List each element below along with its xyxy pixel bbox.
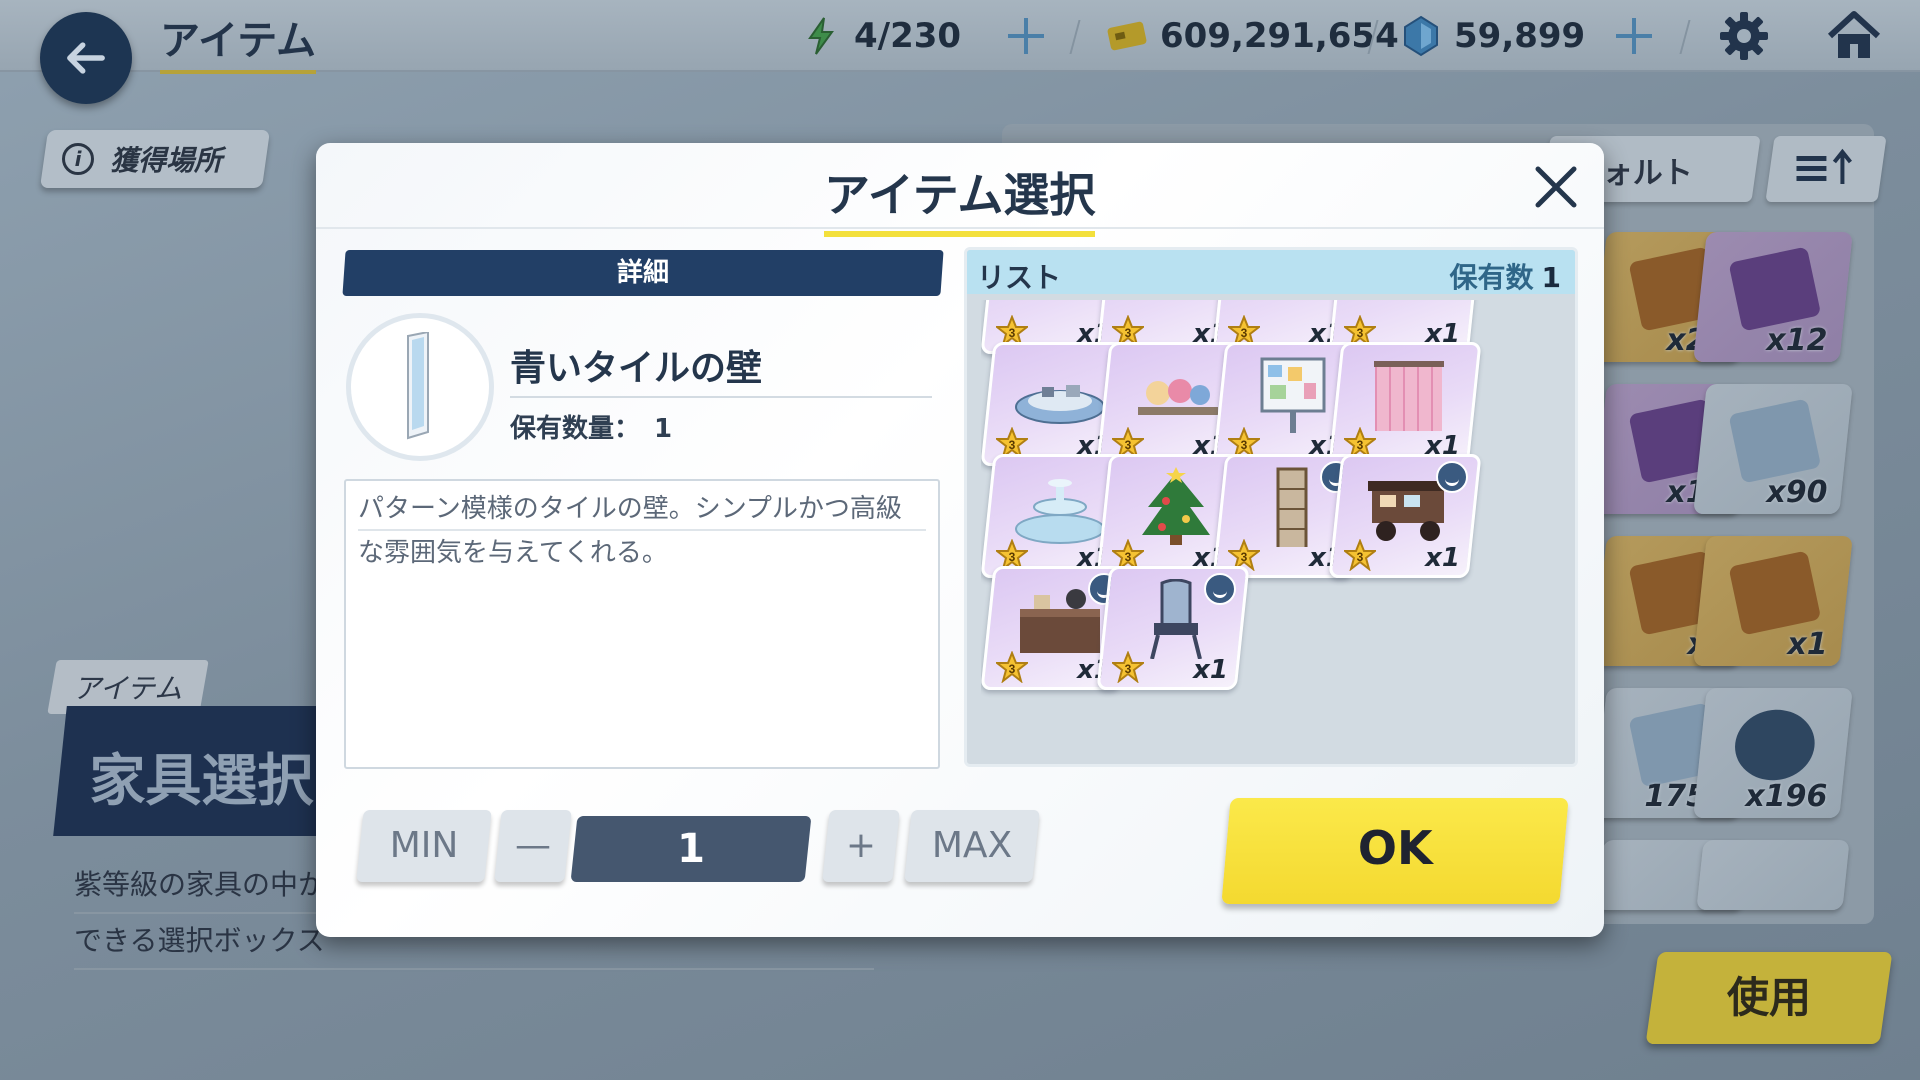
list-header: リスト 保有数 1 (967, 250, 1575, 294)
minus-button[interactable]: — (494, 810, 572, 882)
quantity-value[interactable]: 1 (570, 816, 812, 882)
credits-display: 609,291,654 (1106, 10, 1399, 62)
svg-text:3: 3 (1009, 438, 1016, 452)
svg-text:3: 3 (1009, 662, 1016, 676)
page-title: アイテム (160, 8, 316, 74)
pink-curtain-icon (1374, 361, 1444, 431)
gems-display: 59,899 (1400, 10, 1585, 62)
item-thumbnail (346, 313, 494, 461)
tile-wall-icon (407, 332, 429, 440)
item-count: x1 (1193, 655, 1228, 685)
ok-button[interactable]: OK (1221, 798, 1569, 904)
item-count: x1 (1425, 543, 1460, 573)
lightning-icon (800, 15, 842, 57)
item-grid: 3 x1 3 x1 3 x1 3 x1 3 x1 3 x1 3 x1 3 x1 3 x1 3 x1 3 x1 3 x1 3 x1 3… (981, 300, 1573, 760)
divider (510, 396, 932, 398)
svg-text:3: 3 (1357, 438, 1364, 452)
gear-icon[interactable] (1718, 10, 1770, 62)
list-item-food-cart[interactable]: 3 x1 (1328, 454, 1482, 578)
svg-text:3: 3 (1125, 438, 1132, 452)
svg-text:3: 3 (1241, 326, 1248, 340)
svg-text:3: 3 (1357, 326, 1364, 340)
stamina-value: 4/230 (854, 16, 962, 56)
star-icon: 3 (1112, 651, 1144, 683)
owned-count: 保有数 1 (1449, 261, 1562, 294)
acquisition-label: 獲得場所 (110, 144, 223, 177)
inventory-item[interactable]: x1 (1693, 536, 1853, 666)
use-button[interactable]: 使用 (1645, 952, 1893, 1044)
star-icon: 3 (1344, 539, 1376, 571)
modal-title: アイテム選択 (824, 159, 1096, 237)
max-button[interactable]: MAX (904, 810, 1040, 882)
back-button[interactable] (40, 12, 132, 104)
gems-value: 59,899 (1454, 16, 1586, 56)
home-icon[interactable] (1826, 8, 1882, 64)
notice-board-icon (1260, 357, 1326, 433)
inventory-item[interactable]: x12 (1693, 232, 1853, 362)
item-description: パターン模様のタイルの壁。シンプルかつ高級 な雰囲気を与えてくれる。 (344, 479, 940, 769)
figure-shelf-icon (1138, 379, 1218, 415)
list-title: リスト (977, 261, 1062, 294)
gem-icon (1400, 15, 1442, 57)
round-table-set-icon (1015, 385, 1105, 424)
svg-text:3: 3 (1009, 550, 1016, 564)
fountain-icon (1015, 479, 1105, 544)
acquisition-button[interactable]: i 獲得場所 (39, 130, 271, 188)
inventory-item[interactable]: x196 (1693, 688, 1853, 818)
list-item-throne-chair[interactable]: 3 x1 (1096, 566, 1250, 690)
owned-quantity: 保有数量： 1 (510, 414, 673, 444)
info-icon: i (62, 143, 94, 175)
plus-button[interactable]: + (822, 810, 900, 882)
sort-order-button[interactable] (1765, 136, 1887, 202)
modal-header: アイテム選択 (316, 143, 1604, 237)
inventory-item[interactable] (1696, 840, 1850, 910)
inventory-item[interactable]: x90 (1693, 384, 1853, 514)
add-stamina-icon[interactable] (1004, 14, 1048, 58)
svg-text:3: 3 (1125, 550, 1132, 564)
add-gems-icon[interactable] (1612, 14, 1656, 58)
item-list-panel: リスト 保有数 1 3 x1 3 x1 3 x1 3 x1 3 x1 3 x1 3 x1 3 x1 3 x1 3 x1 3… (964, 247, 1578, 767)
svg-text:3: 3 (1241, 438, 1248, 452)
interaction-icon (1204, 573, 1236, 605)
star-icon: 3 (996, 651, 1028, 683)
svg-text:3: 3 (1357, 550, 1364, 564)
svg-text:3: 3 (1241, 550, 1248, 564)
stamina-display: 4/230 (800, 10, 961, 62)
sort-order-icon (1796, 148, 1852, 184)
detail-header: 詳細 (342, 250, 944, 296)
min-button[interactable]: MIN (356, 810, 492, 882)
credits-value: 609,291,654 (1160, 16, 1399, 56)
arrow-left-icon (67, 42, 105, 74)
item-name: 青いタイルの壁 (510, 348, 763, 389)
item-select-modal: アイテム選択 詳細 青いタイルの壁 保有数量： 1 パターン模様のタイルの壁。シン… (316, 143, 1604, 937)
credit-card-icon (1106, 15, 1148, 57)
close-icon[interactable] (1532, 163, 1580, 211)
svg-text:3: 3 (1009, 326, 1016, 340)
list-item-pink-curtain[interactable]: 3 x1 (1328, 342, 1482, 466)
interaction-icon (1436, 461, 1468, 493)
svg-text:3: 3 (1125, 326, 1132, 340)
christmas-tree-icon (1142, 467, 1210, 545)
svg-text:3: 3 (1125, 662, 1132, 676)
